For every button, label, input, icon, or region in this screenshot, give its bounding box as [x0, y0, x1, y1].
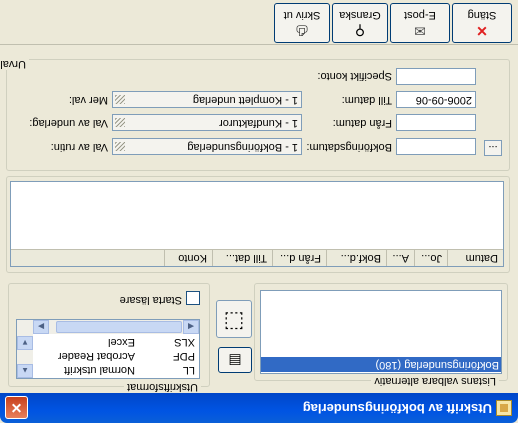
column-header[interactable]: Datum — [447, 250, 503, 266]
booking-date-label: Bokföringsdatum: — [306, 141, 392, 153]
results-grid[interactable]: Datum Jo... A... Bokf.d... Från d... Til… — [10, 181, 504, 267]
column-header[interactable]: Konto — [164, 250, 212, 266]
format-name: Acrobat Reader — [57, 350, 135, 362]
to-date-label: Till datum: — [341, 94, 392, 106]
output-format-list[interactable]: LL Normal utskrift PDF Acrobat Reader XL… — [16, 319, 200, 379]
scroll-down-icon[interactable]: ▼ — [17, 336, 33, 350]
start-reader-label: Starta läsare — [119, 294, 182, 306]
print-dialog-window: Utskrift av bokföringsunderlag ✕ Listans… — [0, 0, 518, 423]
selection-group-label: Urval — [0, 58, 29, 70]
close-icon: ✕ — [476, 23, 488, 39]
print-list-box[interactable]: Bokföringsunderlag (180) — [260, 290, 502, 374]
combo-grip-icon — [115, 95, 125, 104]
basis-label: Val av underlag: — [29, 117, 108, 129]
account-label: Specifikt konto: — [317, 70, 392, 82]
format-vertical-scrollbar[interactable]: ▲ ▼ — [17, 320, 33, 378]
generate-report-button[interactable]: ⬚ — [216, 300, 252, 338]
format-horizontal-scrollbar[interactable]: ◀ ▶ — [33, 320, 199, 334]
start-reader-checkbox[interactable] — [186, 291, 200, 305]
routine-select-value: 1 - Bokföringsunderlag — [187, 141, 298, 153]
browse-button[interactable]: ... — [484, 140, 502, 156]
scroll-thumb[interactable] — [56, 321, 182, 333]
scroll-up-icon[interactable]: ▲ — [17, 364, 33, 378]
email-button-label: E-post — [404, 9, 436, 21]
email-icon: ✉ — [414, 23, 426, 39]
list-item[interactable]: Bokföringsunderlag (180) — [261, 357, 501, 372]
report-arrow-icon: ⬚ — [223, 310, 245, 335]
from-date-label: Från datum: — [332, 117, 392, 129]
email-button[interactable]: ✉ E-post — [390, 3, 450, 43]
combo-grip-icon — [115, 142, 125, 151]
document-icon — [496, 400, 512, 416]
print-button[interactable]: ⎙ Skriv ut — [274, 3, 330, 43]
list-options-button[interactable]: ▤ — [218, 347, 252, 373]
format-option[interactable]: PDF Acrobat Reader — [39, 349, 195, 363]
preview-button[interactable]: ⚲ Granska — [332, 3, 388, 43]
format-name: Excel — [108, 336, 135, 348]
window-close-button[interactable]: ✕ — [5, 396, 28, 419]
print-button-label: Skriv ut — [283, 9, 321, 21]
more-options-select-value: 1 - Komplett underlag — [192, 94, 298, 106]
magnifier-icon: ⚲ — [354, 23, 366, 39]
basis-select-value: 1 - Kundfakturor — [219, 117, 298, 129]
output-format-group-label: Utskriftsformat — [124, 381, 201, 393]
format-code: PDF — [173, 350, 195, 362]
routine-select[interactable]: 1 - Bokföringsunderlag — [112, 138, 302, 155]
format-option[interactable]: LL Normal utskrift — [39, 363, 195, 377]
preview-button-label: Granska — [339, 9, 381, 21]
column-header[interactable]: Från d... — [272, 250, 326, 266]
more-options-select[interactable]: 1 - Komplett underlag — [112, 91, 302, 108]
format-name: Normal utskrift — [64, 364, 135, 376]
results-grid-header: Datum Jo... A... Bokf.d... Från d... Til… — [11, 249, 503, 266]
list-icon: ▤ — [228, 353, 242, 369]
column-header[interactable]: A... — [386, 250, 414, 266]
column-header[interactable]: Till dat... — [212, 250, 272, 266]
format-code: XLS — [174, 336, 195, 348]
column-header[interactable]: Jo... — [414, 250, 447, 266]
account-field[interactable] — [396, 68, 476, 85]
scroll-left-icon[interactable]: ◀ — [183, 320, 199, 334]
close-button-label: Stäng — [467, 9, 497, 21]
toolbar-divider — [0, 44, 518, 45]
printer-icon: ⎙ — [296, 23, 308, 39]
window-title: Utskrift av bokföringsunderlag — [302, 401, 492, 416]
combo-grip-icon — [115, 118, 125, 127]
to-date-field[interactable]: 2006-09-06 — [396, 91, 476, 108]
format-code: LL — [182, 364, 195, 376]
basis-select[interactable]: 1 - Kundfakturor — [112, 114, 302, 131]
format-option[interactable]: XLS Excel — [39, 335, 195, 349]
routine-label: Val av rutin: — [50, 141, 108, 153]
from-date-field[interactable] — [396, 114, 476, 131]
title-bar: Utskrift av bokföringsunderlag ✕ — [0, 393, 518, 423]
more-options-label: Mer val: — [68, 94, 108, 106]
print-list-group-label: Listans valbara alternativ — [371, 375, 499, 387]
close-button[interactable]: ✕ Stäng — [452, 3, 512, 43]
scroll-right-icon[interactable]: ▶ — [33, 320, 49, 334]
column-header[interactable]: Bokf.d... — [326, 250, 386, 266]
booking-date-field[interactable] — [396, 138, 476, 155]
